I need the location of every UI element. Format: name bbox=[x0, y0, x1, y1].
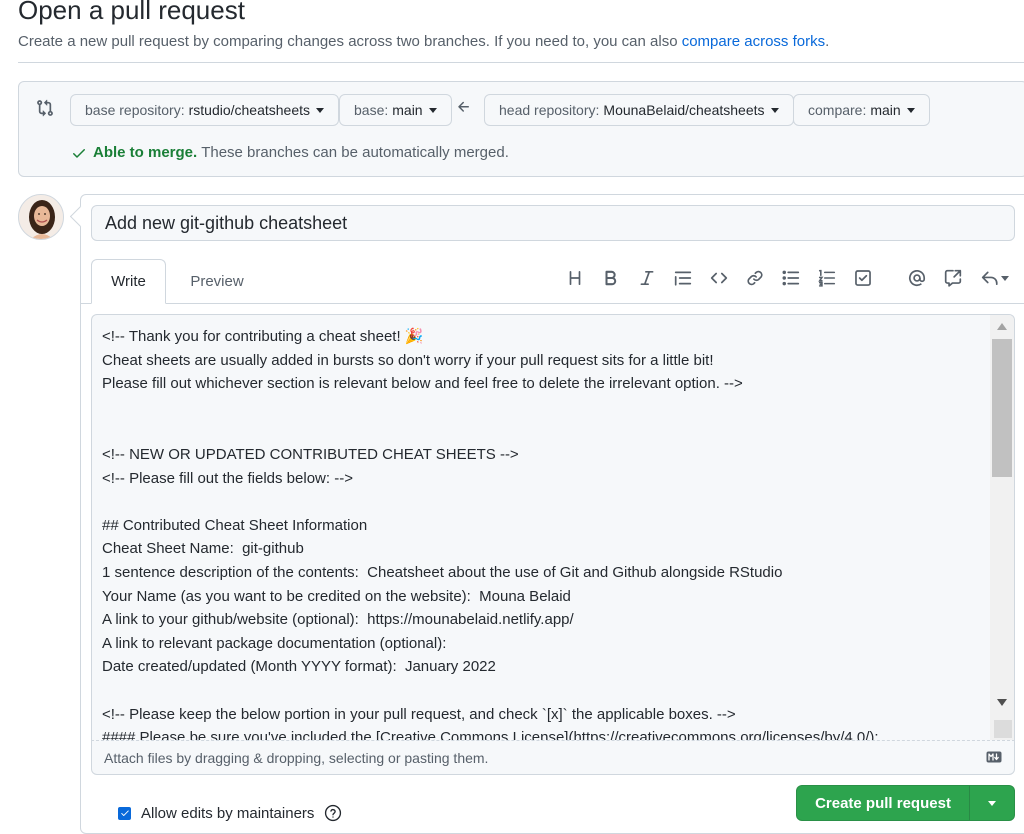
allow-edits-label: Allow edits by maintainers bbox=[141, 804, 315, 822]
attach-files-text: Attach files by dragging & dropping, sel… bbox=[104, 749, 489, 766]
base-branch-select[interactable]: base: main bbox=[339, 94, 452, 126]
subtitle-text: Create a new pull request by comparing c… bbox=[18, 33, 678, 50]
chevron-down-icon bbox=[770, 107, 779, 113]
avatar bbox=[18, 194, 64, 240]
allow-edits-option[interactable]: Allow edits by maintainers bbox=[118, 804, 342, 822]
base-repository-value: rstudio/cheatsheets bbox=[188, 102, 311, 118]
create-pull-request-button[interactable]: Create pull request bbox=[797, 786, 970, 820]
create-pull-request-button-group: Create pull request bbox=[796, 785, 1015, 821]
page-subtitle: Create a new pull request by comparing c… bbox=[18, 33, 829, 50]
chevron-down-icon bbox=[988, 800, 996, 806]
check-icon bbox=[120, 810, 129, 816]
chevron-down-icon bbox=[316, 107, 325, 113]
resize-handle-icon[interactable] bbox=[994, 720, 1012, 738]
compare-branch-select[interactable]: compare: main bbox=[793, 94, 930, 126]
mention-icon[interactable] bbox=[906, 267, 928, 289]
quote-icon[interactable] bbox=[672, 267, 694, 289]
base-branch-value: main bbox=[392, 102, 423, 118]
chevron-down-icon bbox=[1001, 275, 1009, 281]
code-icon[interactable] bbox=[708, 267, 730, 289]
file-attachment-bar[interactable]: Attach files by dragging & dropping, sel… bbox=[91, 740, 1015, 775]
saved-replies-icon[interactable] bbox=[978, 267, 1012, 289]
markdown-icon[interactable] bbox=[986, 751, 1002, 763]
merge-status-ok: Able to merge. bbox=[93, 144, 198, 161]
pull-request-body-textarea[interactable]: <!-- Thank you for contributing a cheat … bbox=[91, 314, 1015, 740]
pull-request-body-text[interactable]: <!-- Thank you for contributing a cheat … bbox=[102, 325, 982, 740]
tab-preview[interactable]: Preview bbox=[176, 259, 258, 304]
tab-write[interactable]: Write bbox=[91, 259, 166, 304]
numbered-list-icon[interactable] bbox=[816, 267, 838, 289]
git-compare-icon bbox=[37, 99, 53, 117]
pull-request-title-input[interactable] bbox=[91, 205, 1015, 241]
bulleted-list-icon[interactable] bbox=[780, 267, 802, 289]
scroll-down-icon[interactable] bbox=[997, 699, 1007, 706]
italic-icon[interactable] bbox=[636, 267, 658, 289]
range-editor: base repository: rstudio/cheatsheets bas… bbox=[18, 81, 1024, 177]
merge-status: Able to merge. These branches can be aut… bbox=[71, 144, 509, 161]
base-branch-label: base: bbox=[354, 102, 389, 118]
compare-branch-value: main bbox=[870, 102, 901, 118]
bold-icon[interactable] bbox=[600, 267, 622, 289]
allow-edits-checkbox[interactable] bbox=[118, 806, 131, 820]
task-list-icon[interactable] bbox=[852, 267, 874, 289]
question-icon[interactable] bbox=[324, 804, 342, 822]
head-repository-value: MounaBelaid/cheatsheets bbox=[603, 102, 765, 118]
link-icon[interactable] bbox=[744, 267, 766, 289]
scroll-thumb[interactable] bbox=[992, 339, 1012, 477]
base-repository-label: base repository: bbox=[85, 102, 185, 118]
head-repository-select[interactable]: head repository: MounaBelaid/cheatsheets bbox=[484, 94, 794, 126]
check-icon bbox=[73, 148, 85, 158]
compare-across-forks-link[interactable]: compare across forks bbox=[682, 33, 825, 50]
arrow-left-icon bbox=[458, 101, 469, 112]
subtitle-end: . bbox=[825, 33, 830, 50]
chevron-down-icon bbox=[428, 107, 437, 113]
editor-scrollbar[interactable] bbox=[990, 315, 1014, 740]
compare-branch-label: compare: bbox=[808, 102, 867, 118]
head-repository-label: head repository: bbox=[499, 102, 600, 118]
scroll-up-icon[interactable] bbox=[997, 323, 1007, 330]
base-repository-select[interactable]: base repository: rstudio/cheatsheets bbox=[70, 94, 340, 126]
create-options-dropdown[interactable] bbox=[970, 786, 1014, 820]
header-divider bbox=[18, 62, 1024, 63]
heading-icon[interactable] bbox=[564, 267, 586, 289]
merge-status-text: These branches can be automatically merg… bbox=[201, 144, 509, 161]
chevron-down-icon bbox=[906, 107, 915, 113]
page-title: Open a pull request bbox=[18, 0, 245, 25]
cross-reference-icon[interactable] bbox=[942, 267, 964, 289]
